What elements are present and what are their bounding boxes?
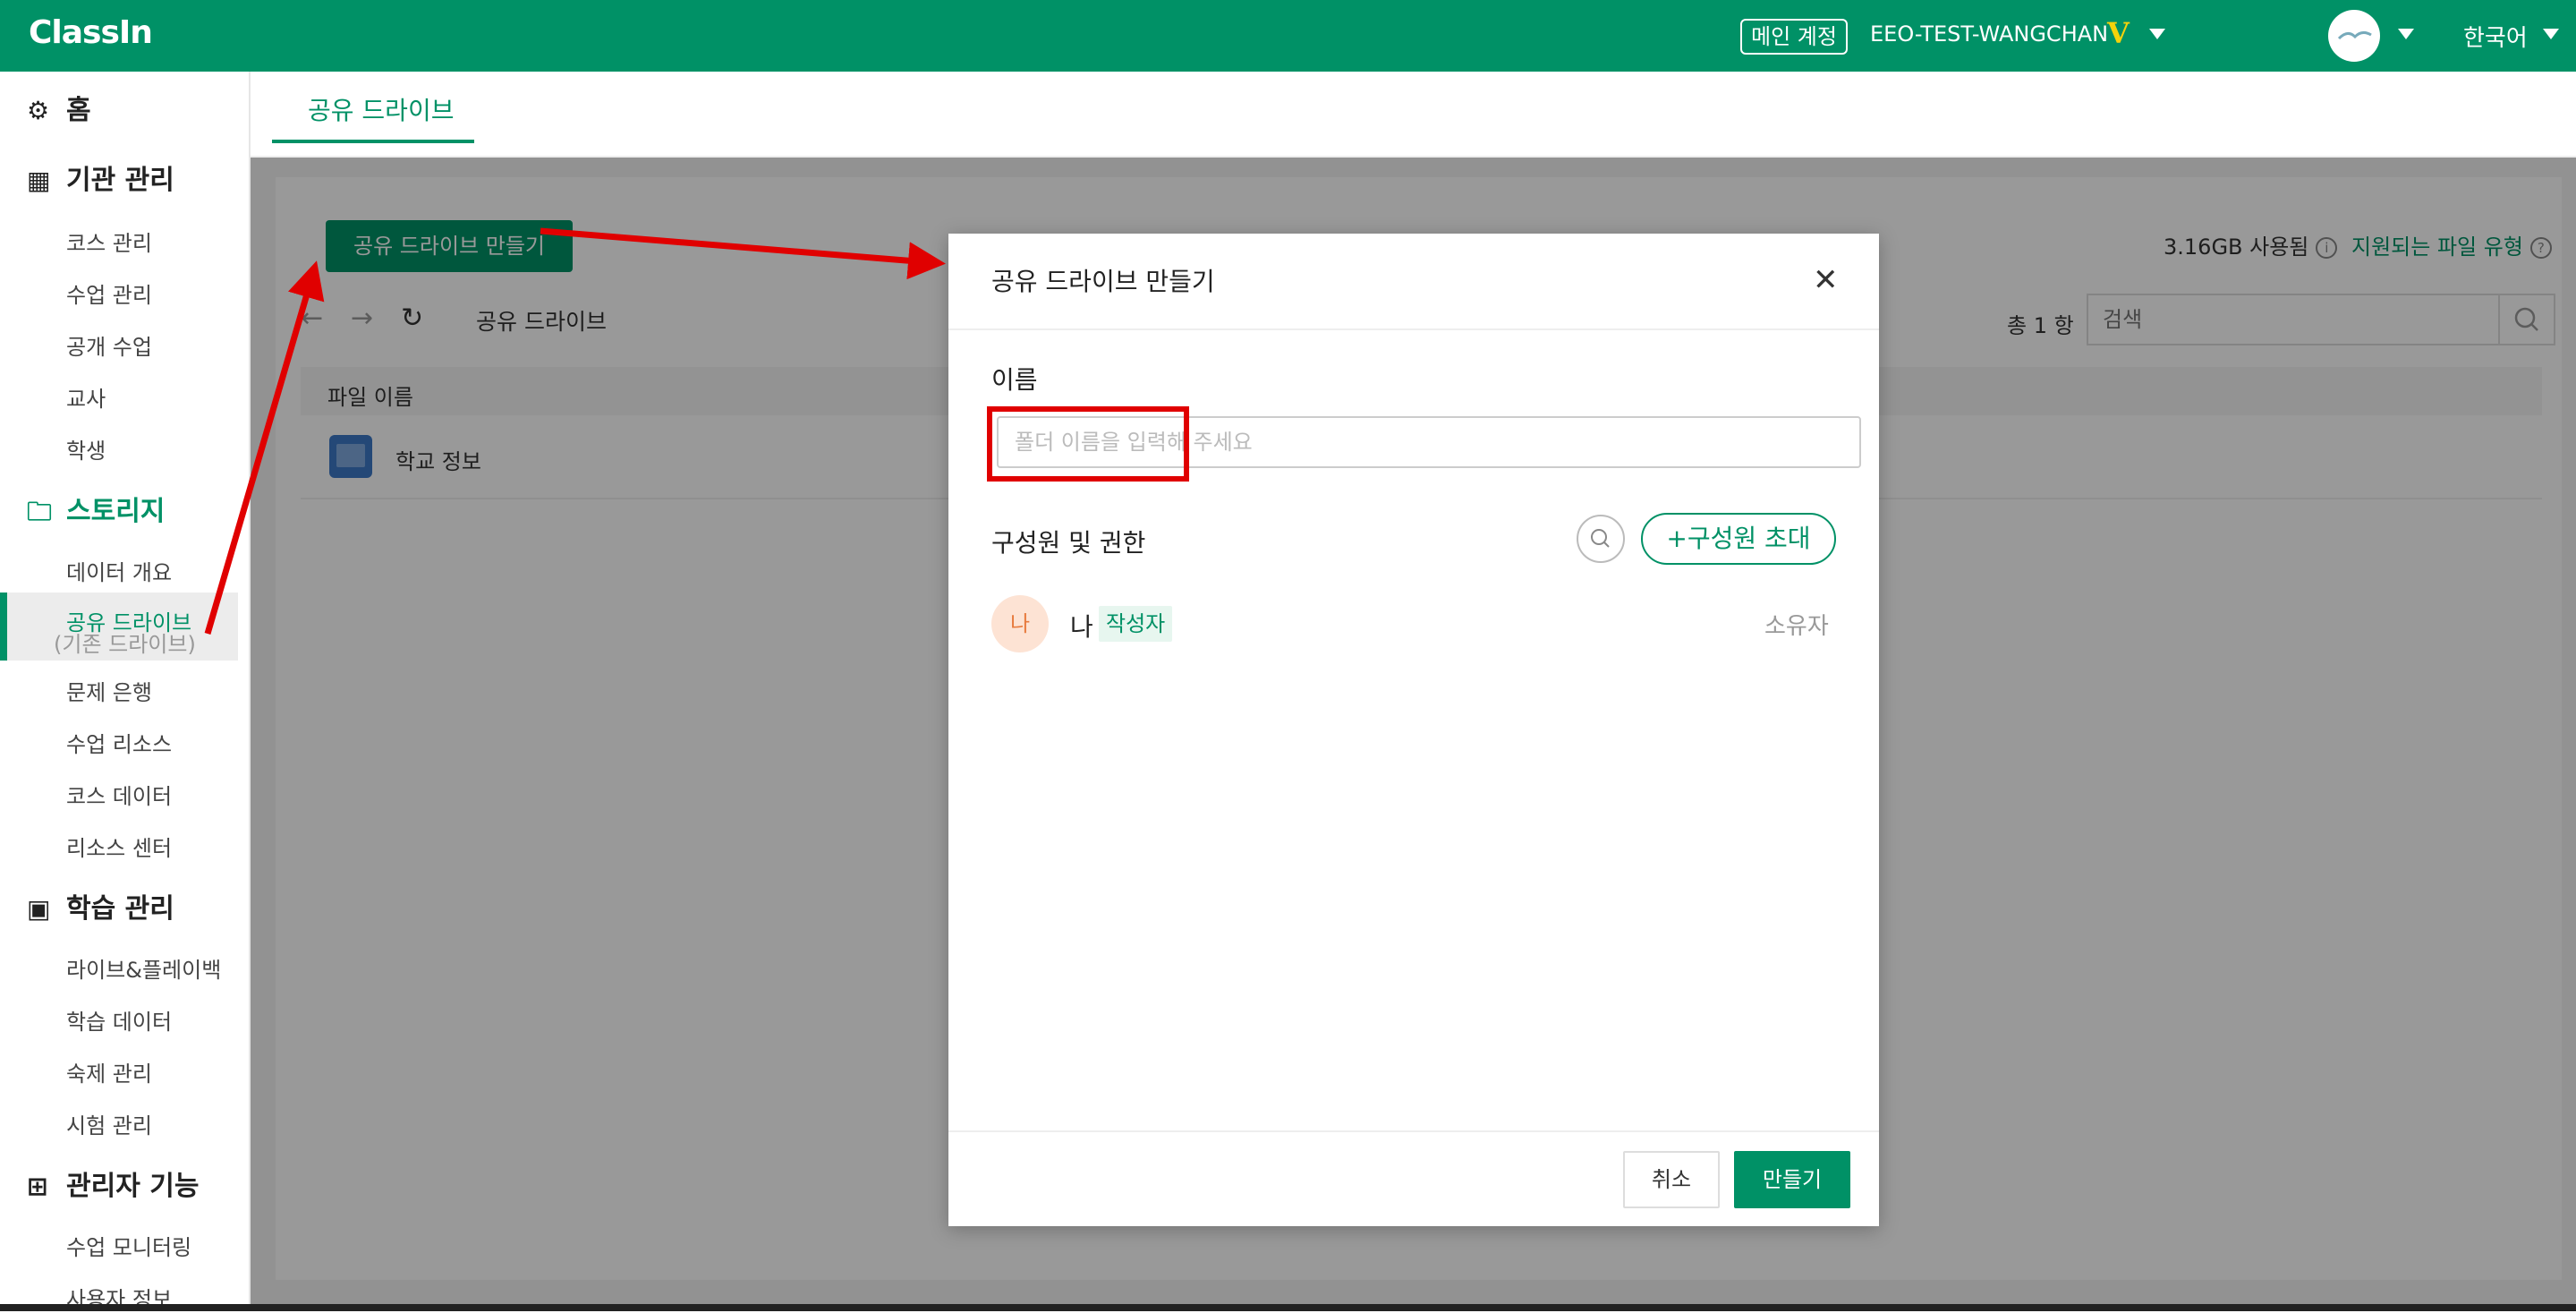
annotation-arrow [540, 227, 946, 280]
annotation-arrows [204, 227, 946, 635]
annotation-arrow [204, 260, 325, 635]
window-bottom-edge [0, 1304, 2576, 1311]
